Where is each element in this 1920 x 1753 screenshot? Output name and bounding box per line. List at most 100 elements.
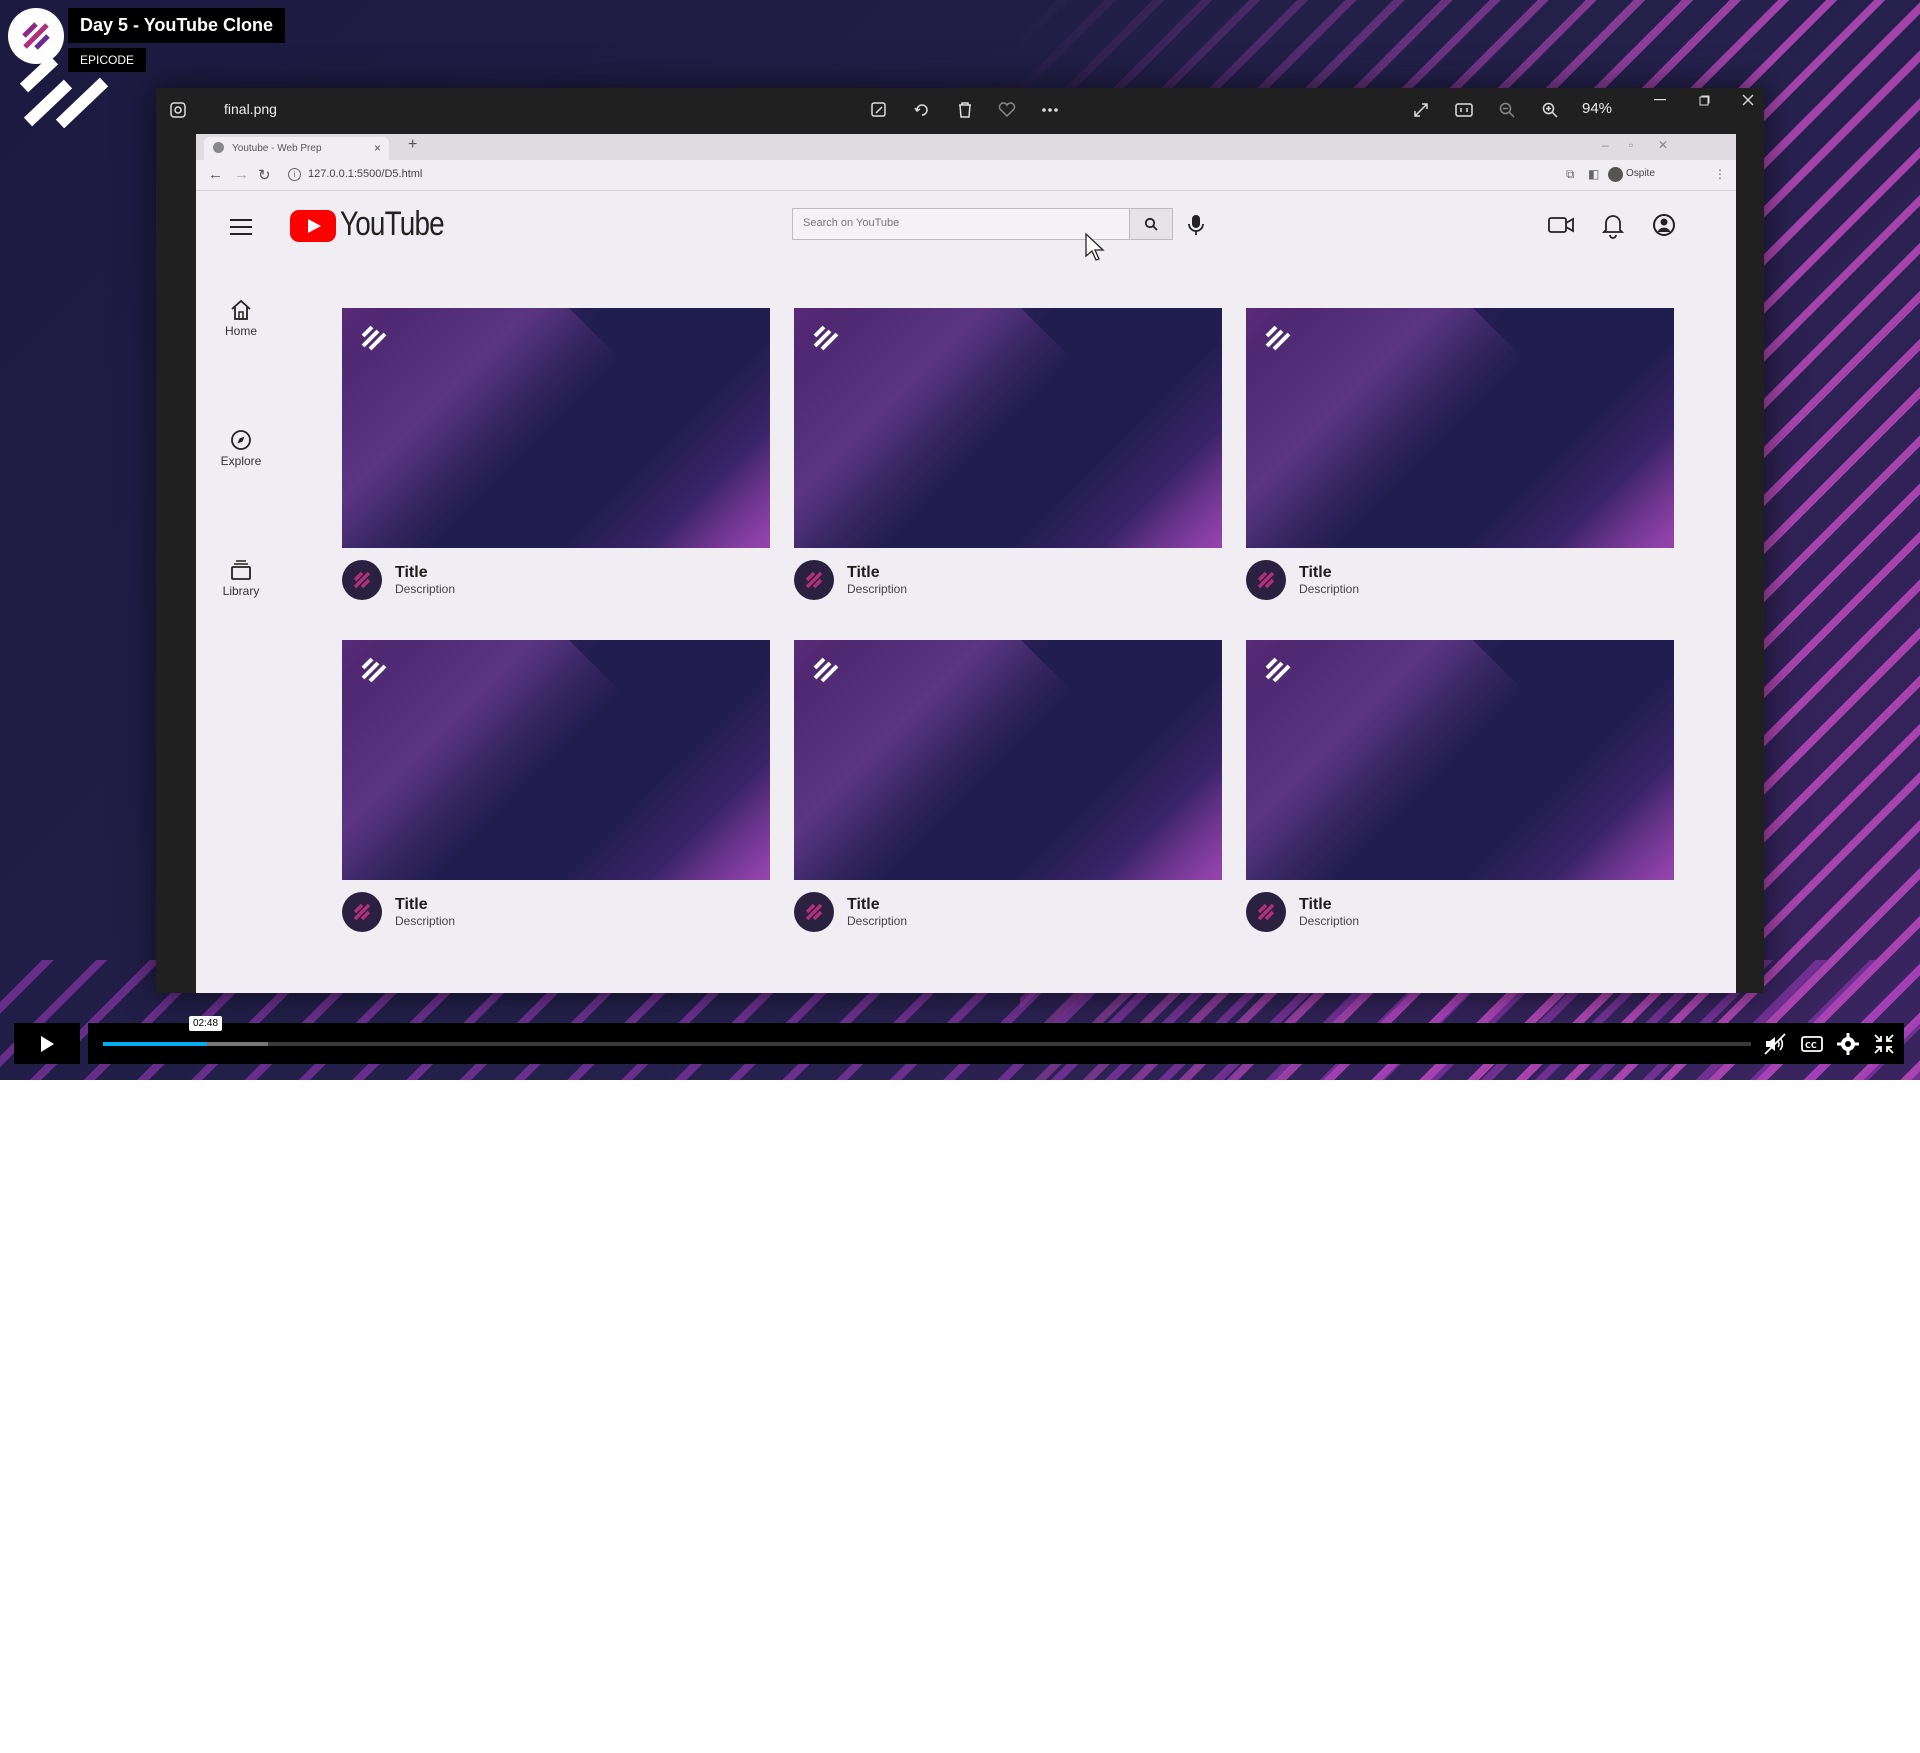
video-stage: Day 5 - YouTube Clone EPICODE final.png [0,0,1920,1080]
video-card[interactable]: Title Description [1246,640,1674,932]
thumbnail-logo-icon [1265,325,1291,351]
video-description: Description [395,914,456,928]
video-card[interactable]: Title Description [1246,308,1674,600]
video-title[interactable]: Title [395,896,428,914]
rotate-icon[interactable] [910,98,934,122]
site-info-icon[interactable]: i [288,168,301,181]
delete-icon[interactable] [953,98,977,122]
expand-icon[interactable] [1409,98,1433,122]
search-input[interactable]: Search on YouTube [792,208,1130,240]
video-description: Description [1299,582,1360,596]
video-thumbnail[interactable] [342,308,770,548]
hamburger-menu-icon[interactable] [230,219,252,235]
video-card[interactable]: Title Description [342,308,770,600]
account-avatar-icon[interactable] [1649,210,1679,240]
exit-fullscreen-icon[interactable] [1872,1032,1896,1056]
sidebar-item-label: Library [222,584,260,598]
browser-minimize-icon[interactable]: – [1602,138,1609,152]
thumbnail-logo-icon [813,325,839,351]
sidebar-item-library[interactable]: Library [210,558,272,598]
video-title[interactable]: Title [847,564,880,582]
microphone-icon[interactable] [1186,213,1206,237]
video-description: Description [847,582,908,596]
search-button[interactable] [1129,208,1173,240]
channel-avatar-logo-icon [353,571,371,589]
favorite-icon[interactable] [995,98,1019,122]
zoom-in-icon[interactable] [1538,98,1562,122]
viewer-toolbar: final.png 94% [156,88,1764,132]
browser-tab-bar: Youtube - Web Prep × + – ▫ ✕ [196,134,1736,160]
sidebar-item-explore[interactable]: Explore [210,428,272,468]
sidebar-item-label: Home [224,324,257,338]
video-thumbnail[interactable] [1246,308,1674,548]
close-window-icon[interactable] [1736,88,1760,112]
browser-menu-icon[interactable]: ⋮ [1714,167,1726,181]
more-icon[interactable] [1038,98,1062,122]
volume-muted-icon[interactable] [1763,1032,1787,1056]
tab-title: Youtube - Web Prep [232,143,322,154]
channel-avatar[interactable] [1246,560,1286,600]
settings-gear-icon[interactable] [1836,1032,1860,1056]
zoom-out-icon[interactable] [1495,98,1519,122]
channel-avatar[interactable] [794,892,834,932]
video-title[interactable]: Title [395,564,428,582]
episode-tag: EPICODE [68,48,147,72]
forward-arrow-icon[interactable]: → [234,166,249,183]
channel-avatar[interactable] [1246,892,1286,932]
translate-icon[interactable]: ⧉ [1566,167,1575,182]
sidebar-item-label: Explore [220,454,262,468]
closed-captions-icon[interactable]: CC [1800,1032,1824,1056]
browser-close-icon[interactable]: ✕ [1658,138,1668,152]
channel-avatar-logo-icon [353,903,371,921]
video-card[interactable]: Title Description [794,308,1222,600]
compass-icon [231,430,251,450]
tab-close-icon[interactable]: × [374,141,381,155]
zoom-level[interactable]: 94% [1582,100,1612,117]
side-panel-icon[interactable]: ◧ [1588,167,1599,181]
progress-track[interactable] [103,1042,1751,1046]
youtube-logo-text[interactable]: YouTube [340,205,445,244]
channel-avatar-logo-icon [805,571,823,589]
create-video-icon[interactable] [1546,210,1576,240]
new-tab-button[interactable]: + [408,136,417,154]
notifications-bell-icon[interactable] [1598,210,1628,240]
address-bar-url[interactable]: 127.0.0.1:5500/D5.html [308,168,422,180]
video-title[interactable]: Title [847,896,880,914]
thumbnail-logo-icon [361,325,387,351]
thumbnail-logo-icon [1265,657,1291,683]
play-button[interactable] [14,1023,80,1064]
video-description: Description [395,582,456,596]
channel-avatar[interactable] [342,892,382,932]
sidebar-item-home[interactable]: Home [210,298,272,338]
minimize-window-icon[interactable] [1648,88,1672,112]
thumbnail-logo-icon [361,657,387,683]
video-thumbnail[interactable] [342,640,770,880]
image-viewer-window: final.png 94% Youtube - Web Prep × + – ▫… [156,88,1764,993]
profile-name[interactable]: Ospite [1626,168,1655,179]
video-card[interactable]: Title Description [794,640,1222,932]
youtube-logo-icon[interactable] [290,210,336,242]
video-thumbnail[interactable] [794,308,1222,548]
browser-tab[interactable]: Youtube - Web Prep × [204,137,389,160]
svg-text:CC: CC [1805,1041,1817,1050]
video-title[interactable]: Title [1299,564,1332,582]
edit-image-icon[interactable] [867,98,891,122]
browser-screenshot: Youtube - Web Prep × + – ▫ ✕ ← → ↻ i 127… [196,134,1736,993]
video-thumbnail[interactable] [794,640,1222,880]
back-arrow-icon[interactable]: ← [208,166,223,183]
video-description: Description [847,914,908,928]
video-thumbnail[interactable] [1246,640,1674,880]
video-title[interactable]: Title [1299,896,1332,914]
channel-avatar[interactable] [342,560,382,600]
video-card[interactable]: Title Description [342,640,770,932]
browser-restore-icon[interactable]: ▫ [1629,138,1633,152]
channel-avatar[interactable] [794,560,834,600]
profile-avatar[interactable] [1608,167,1623,182]
reload-icon[interactable]: ↻ [258,166,271,184]
tab-favicon-icon [213,142,224,153]
viewer-filename: final.png [224,101,277,117]
mouse-cursor-icon [1085,232,1105,261]
fit-screen-icon[interactable] [1452,98,1476,122]
episode-title: Day 5 - YouTube Clone [68,8,286,43]
maximize-window-icon[interactable] [1692,88,1716,112]
